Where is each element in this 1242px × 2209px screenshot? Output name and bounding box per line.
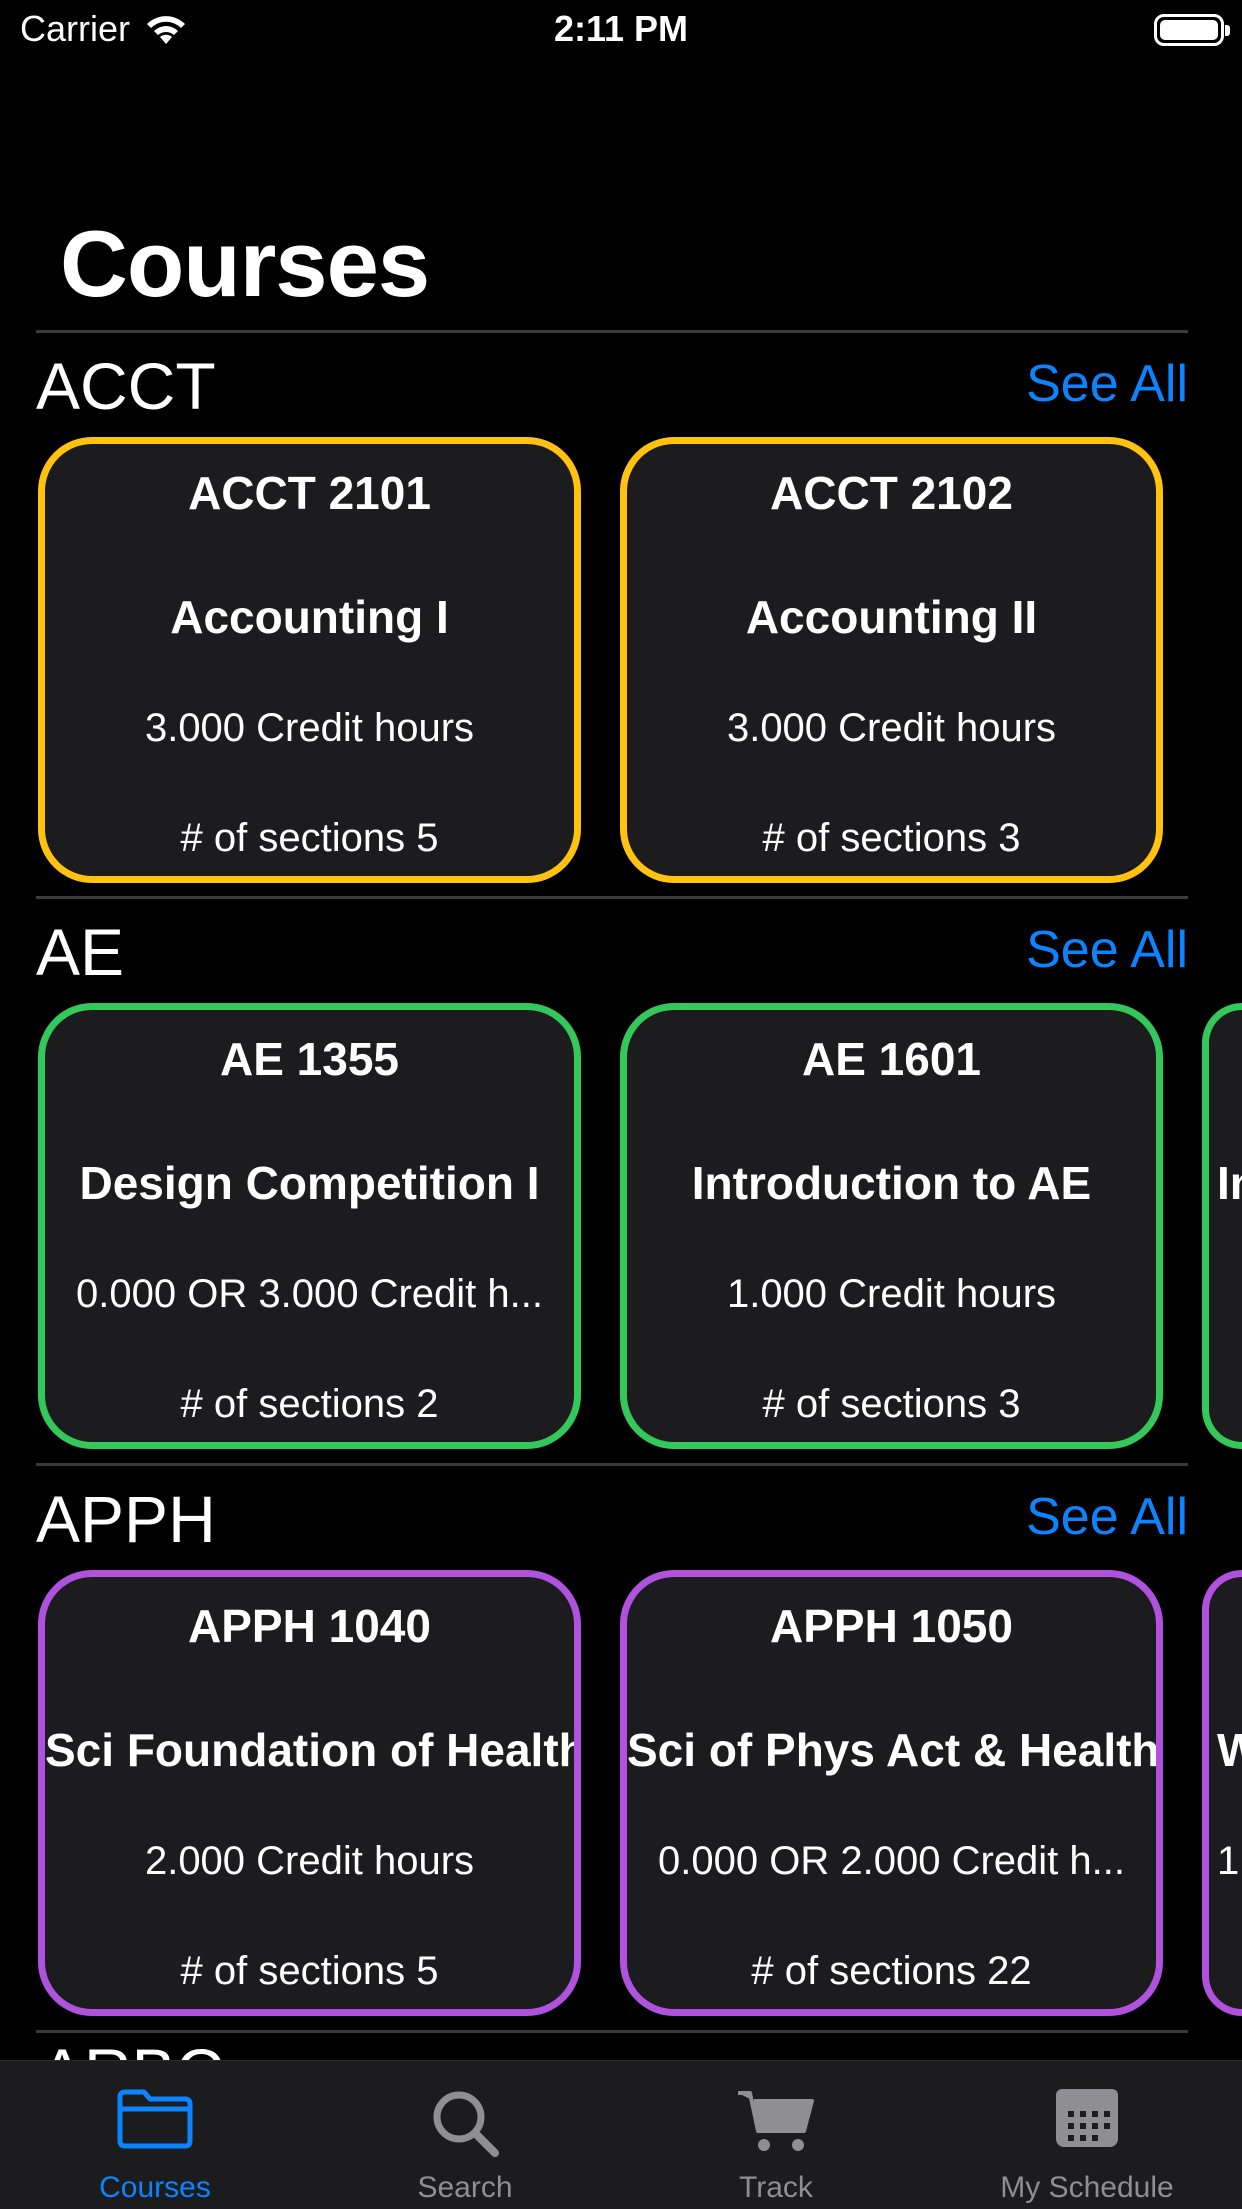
course-code: ACCT 2101 [188,467,431,519]
section-title-acct: ACCT [36,349,216,423]
next-section-peek: ARBC [0,2035,1242,2109]
section-title-apph: APPH [36,1482,216,1556]
course-name: W [1209,1723,1242,1777]
tab-label: My Schedule [1000,2171,1174,2204]
section-divider [36,330,1188,333]
tab-label: Courses [99,2171,211,2204]
course-credits: 0.000 OR 2.000 Credit h... [658,1839,1125,1883]
course-code: APPH 1040 [188,1600,431,1652]
course-section-count: # of sections 22 [751,1949,1032,1993]
course-name: Sci Foundation of Health [45,1724,581,1776]
course-name: In [1217,1157,1242,1209]
battery-icon [1154,14,1230,46]
course-section-count: # of sections 3 [762,816,1021,860]
page-title: Courses [60,211,430,316]
course-card-ae-1355[interactable]: AE 1355 Design Competition I 0.000 OR 3.… [38,1003,581,1449]
tab-track[interactable]: Track [621,2061,931,2209]
tab-label: Search [417,2171,513,2204]
section-divider [36,2030,1188,2033]
course-card-apph-partial[interactable]: W 1.0 [1202,1570,1242,2016]
tab-courses[interactable]: Courses [0,2061,310,2209]
status-bar: Carrier 2:11 PM [0,0,1242,62]
course-credits: 1.0 [1217,1839,1242,1883]
course-card-ae-1601[interactable]: AE 1601 Introduction to AE 1.000 Credit … [620,1003,1163,1449]
clock: 2:11 PM [553,8,689,49]
course-section-count: # of sections 2 [180,1382,439,1426]
tab-bar: Courses Search Track My Schedule [0,2060,1242,2209]
tab-label: Track [739,2171,813,2204]
folder-icon [117,2089,193,2149]
course-code: ACCT 2102 [770,467,1013,519]
course-credits: 2.000 Credit hours [144,1839,475,1883]
course-credits: 3.000 Credit hours [726,706,1057,750]
course-section-count: # of sections 3 [762,1382,1021,1426]
tab-my-schedule[interactable]: My Schedule [932,2061,1242,2209]
see-all-ae-button[interactable]: See All [1026,920,1188,980]
section-divider [36,896,1188,899]
course-name: Introduction to AE [691,1157,1092,1209]
course-credits: 3.000 Credit hours [144,706,475,750]
course-name: Design Competition I [79,1157,540,1209]
course-card-acct-2101[interactable]: ACCT 2101 Accounting I 3.000 Credit hour… [38,437,581,883]
course-name: Accounting II [745,591,1038,643]
course-code: AE 1355 [219,1033,399,1085]
course-code: AE 1601 [801,1033,981,1085]
course-name: Sci of Phys Act & Health [627,1724,1160,1776]
course-card-ae-partial[interactable]: In [1202,1003,1242,1449]
tab-search[interactable]: Search [310,2061,620,2209]
section-divider [36,1463,1188,1466]
course-credits: 0.000 OR 3.000 Credit h... [76,1272,543,1316]
section-title-ae: AE [36,915,125,989]
course-card-apph-1040[interactable]: APPH 1040 Sci Foundation of Health 2.000… [38,1570,581,2016]
course-section-count: # of sections 5 [180,1949,439,1993]
course-credits: 1.000 Credit hours [726,1272,1057,1316]
course-code: APPH 1050 [770,1600,1013,1652]
cart-icon [738,2091,814,2151]
calendar-icon [1056,2089,1118,2147]
see-all-acct-button[interactable]: See All [1026,354,1188,414]
course-section-count: # of sections 5 [180,816,439,860]
search-icon [433,2091,499,2157]
see-all-apph-button[interactable]: See All [1026,1487,1188,1547]
course-name: Accounting I [170,591,449,643]
course-card-apph-1050[interactable]: APPH 1050 Sci of Phys Act & Health 0.000… [620,1570,1163,2016]
course-card-acct-2102[interactable]: ACCT 2102 Accounting II 3.000 Credit hou… [620,437,1163,883]
